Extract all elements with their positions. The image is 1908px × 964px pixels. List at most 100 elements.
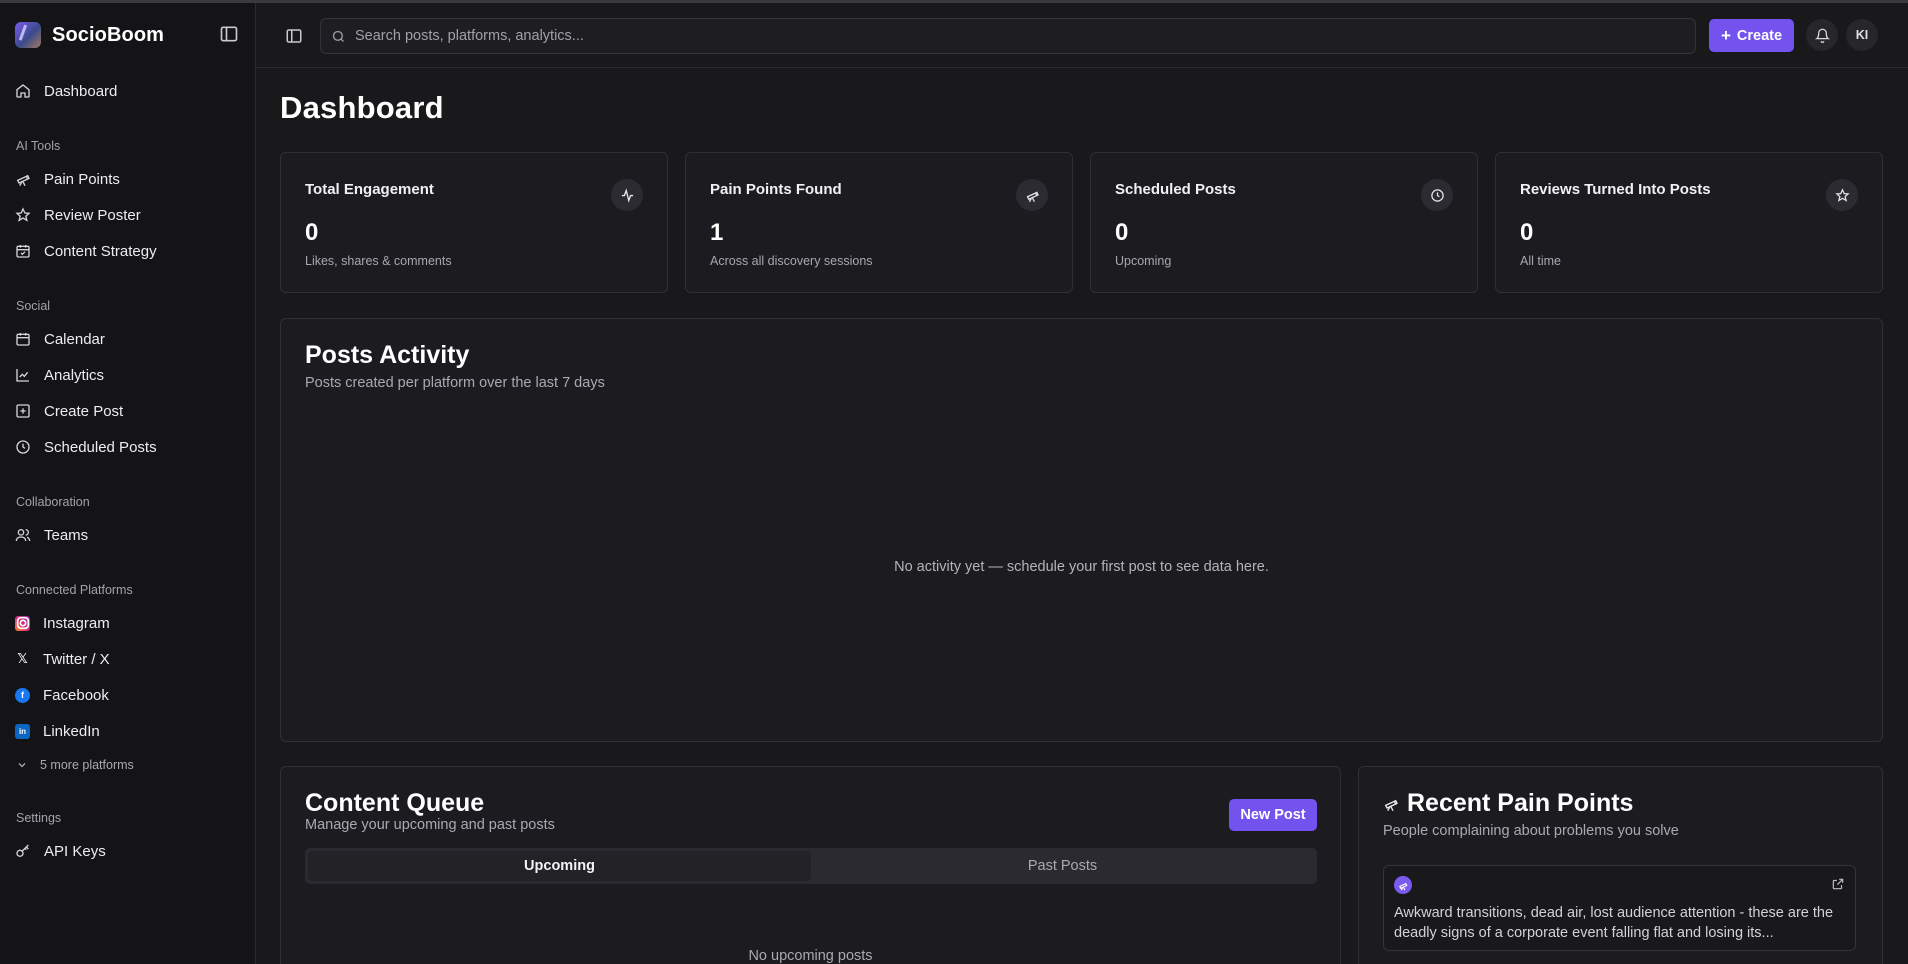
stat-subtitle: Across all discovery sessions	[710, 254, 873, 268]
stat-value: 0	[1520, 219, 1534, 246]
chevron-down-icon	[18, 763, 26, 768]
posts-activity-empty-state: No activity yet — schedule your first po…	[894, 559, 1269, 575]
key-icon	[16, 844, 29, 857]
stat-subtitle: All time	[1520, 254, 1561, 268]
stat-card-reviews-turned-into-posts: Reviews Turned Into Posts 0 All time	[1495, 152, 1883, 293]
instagram-icon	[15, 615, 30, 631]
content-queue-tabs: Upcoming Past Posts	[305, 848, 1317, 884]
sidebar-item-pain-points[interactable]: Pain Points	[15, 164, 120, 194]
sidebar-item-label: Facebook	[43, 686, 109, 704]
calendar-check-icon	[16, 245, 30, 258]
more-platforms-label: 5 more platforms	[40, 758, 134, 772]
search-input[interactable]	[355, 28, 1655, 44]
sidebar-item-calendar[interactable]: Calendar	[15, 324, 105, 354]
create-button[interactable]: + Create	[1709, 19, 1794, 52]
plus-square-icon	[16, 404, 30, 418]
section-settings: Settings	[16, 811, 62, 825]
stat-subtitle: Upcoming	[1115, 254, 1172, 268]
recent-pain-points-header: Recent Pain Points	[1383, 789, 1633, 818]
chart-line-icon	[16, 369, 29, 382]
content-queue-empty-state: No upcoming posts	[748, 948, 873, 964]
app-root: SocioBoom Dashboard AI Tools Pain Points…	[0, 0, 1908, 964]
telescope-icon	[16, 174, 30, 187]
create-button-label: Create	[1736, 27, 1783, 44]
activity-icon	[611, 179, 643, 211]
panel-toggle-icon[interactable]	[285, 27, 303, 45]
stat-title: Pain Points Found	[710, 181, 842, 198]
search-box[interactable]	[320, 18, 1696, 54]
sidebar-item-api-keys[interactable]: API Keys	[15, 836, 106, 866]
star-icon	[15, 207, 31, 222]
recent-pain-points-card: Recent Pain Points People complaining ab…	[1358, 766, 1883, 964]
section-connected-platforms: Connected Platforms	[16, 583, 133, 597]
stat-card-scheduled-posts: Scheduled Posts 0 Upcoming	[1090, 152, 1478, 293]
topbar: + Create KI	[256, 3, 1908, 68]
stat-value: 0	[305, 219, 319, 246]
sidebar-item-label: API Keys	[44, 842, 106, 860]
home-icon	[16, 84, 30, 98]
sidebar-item-twitter[interactable]: 𝕏 Twitter / X	[15, 644, 110, 674]
more-platforms-toggle[interactable]: 5 more platforms	[16, 754, 134, 776]
sidebar-item-content-strategy[interactable]: Content Strategy	[15, 236, 157, 266]
stat-title: Reviews Turned Into Posts	[1520, 181, 1711, 198]
pain-point-item[interactable]: Awkward transitions, dead air, lost audi…	[1383, 865, 1856, 951]
telescope-icon	[1016, 179, 1048, 211]
sidebar-item-label: Analytics	[44, 366, 105, 384]
content-queue-subtitle: Manage your upcoming and past posts	[305, 817, 555, 833]
stat-title: Scheduled Posts	[1115, 181, 1236, 198]
sidebar-item-facebook[interactable]: f Facebook	[15, 680, 109, 710]
window-top-border	[0, 0, 1908, 3]
tab-past-posts[interactable]: Past Posts	[811, 851, 1314, 881]
pain-point-text: Awkward transitions, dead air, lost audi…	[1394, 905, 1834, 941]
sidebar-item-create-post[interactable]: Create Post	[15, 396, 123, 426]
sidebar-item-label: Twitter / X	[43, 650, 110, 668]
posts-activity-title: Posts Activity	[305, 341, 470, 369]
main-content: + Create KI Dashboard Total Engagement 0…	[256, 0, 1908, 964]
content-queue-title: Content Queue	[305, 789, 485, 817]
notifications-button[interactable]	[1806, 19, 1838, 51]
clock-icon	[16, 440, 30, 454]
sidebar-item-label: Scheduled Posts	[44, 438, 157, 456]
content-queue-card: Content Queue Manage your upcoming and p…	[280, 766, 1341, 964]
sidebar-item-label: Instagram	[43, 614, 110, 632]
sidebar-item-instagram[interactable]: Instagram	[15, 608, 110, 638]
stat-card-total-engagement: Total Engagement 0 Likes, shares & comme…	[280, 152, 668, 293]
sidebar-item-teams[interactable]: Teams	[15, 520, 88, 550]
app-name: SocioBoom	[52, 23, 165, 46]
external-link-icon[interactable]	[1831, 877, 1845, 891]
tab-upcoming[interactable]: Upcoming	[308, 851, 811, 881]
sidebar-item-scheduled-posts[interactable]: Scheduled Posts	[15, 432, 157, 462]
sidebar-item-label: Pain Points	[44, 170, 120, 188]
recent-pain-points-title: Recent Pain Points	[1407, 789, 1634, 817]
stat-card-pain-points-found: Pain Points Found 1 Across all discovery…	[685, 152, 1073, 293]
sidebar-item-review-poster[interactable]: Review Poster	[15, 200, 141, 230]
sidebar-item-dashboard[interactable]: Dashboard	[15, 76, 117, 106]
brand[interactable]: SocioBoom	[15, 22, 164, 48]
sidebar-item-analytics[interactable]: Analytics	[15, 360, 104, 390]
stat-subtitle: Likes, shares & comments	[305, 254, 452, 268]
users-icon	[15, 529, 31, 542]
stat-value: 0	[1115, 219, 1129, 246]
pain-point-source-icon	[1394, 876, 1412, 894]
clock-icon	[1421, 179, 1453, 211]
new-post-button[interactable]: New Post	[1229, 799, 1317, 831]
sidebar-item-label: Dashboard	[44, 82, 118, 100]
stat-value: 1	[710, 219, 724, 246]
posts-activity-subtitle: Posts created per platform over the last…	[305, 375, 605, 391]
recent-pain-points-subtitle: People complaining about problems you so…	[1383, 823, 1679, 839]
section-ai-tools: AI Tools	[16, 139, 61, 153]
page-title: Dashboard	[280, 90, 444, 125]
sidebar-collapse-icon[interactable]	[219, 24, 239, 44]
plus-icon: +	[1720, 26, 1731, 45]
sidebar-item-label: Review Poster	[44, 206, 141, 224]
section-social: Social	[16, 299, 51, 313]
sidebar-item-linkedin[interactable]: in LinkedIn	[15, 716, 100, 746]
sidebar-item-label: Create Post	[44, 402, 124, 420]
section-collaboration: Collaboration	[16, 495, 90, 509]
facebook-icon: f	[15, 687, 30, 703]
user-avatar[interactable]: KI	[1846, 19, 1878, 51]
sidebar-item-label: Teams	[44, 526, 89, 544]
posts-activity-card: Posts Activity Posts created per platfor…	[280, 318, 1883, 742]
sidebar: SocioBoom Dashboard AI Tools Pain Points…	[0, 0, 256, 964]
telescope-icon	[1384, 799, 1398, 811]
